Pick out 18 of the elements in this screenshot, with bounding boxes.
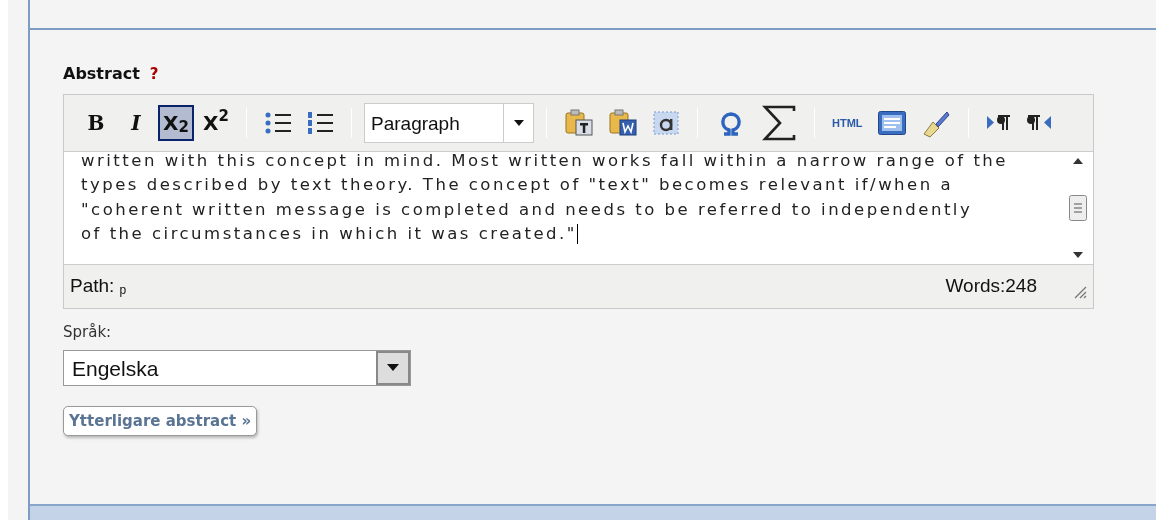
language-label: Språk: [63, 322, 113, 343]
path-label: Path: [70, 274, 115, 299]
text-line: types described by text theory. The concept of "text" becomes relevant if/when a [81, 174, 955, 197]
help-link[interactable]: ? [149, 63, 159, 86]
text-line: written with this concept in mind. Most written works fall within a narrow range of the [81, 150, 1009, 172]
format-dropdown[interactable]: Paragraph [364, 103, 534, 143]
path-element[interactable]: p [119, 280, 127, 299]
subscript-button[interactable]: X$_{2}$ [158, 105, 194, 141]
language-dropdown[interactable]: Engelska [63, 349, 411, 386]
word-count: Words:248 [945, 274, 1037, 299]
superscript-button[interactable]: X$^{2}$ [198, 105, 234, 141]
field-label: Abstract [63, 63, 140, 85]
text-line: "coherent written message is completed and needs to be referred to independently [81, 198, 974, 221]
bold-button[interactable]: B [78, 105, 114, 141]
html-button[interactable]: HTML [827, 105, 868, 141]
text-line: of the circumstances in which it was created." [81, 222, 579, 247]
more-abstract-button[interactable]: Ytterligare abstract » [63, 405, 258, 436]
italic-button[interactable]: I [118, 105, 154, 141]
